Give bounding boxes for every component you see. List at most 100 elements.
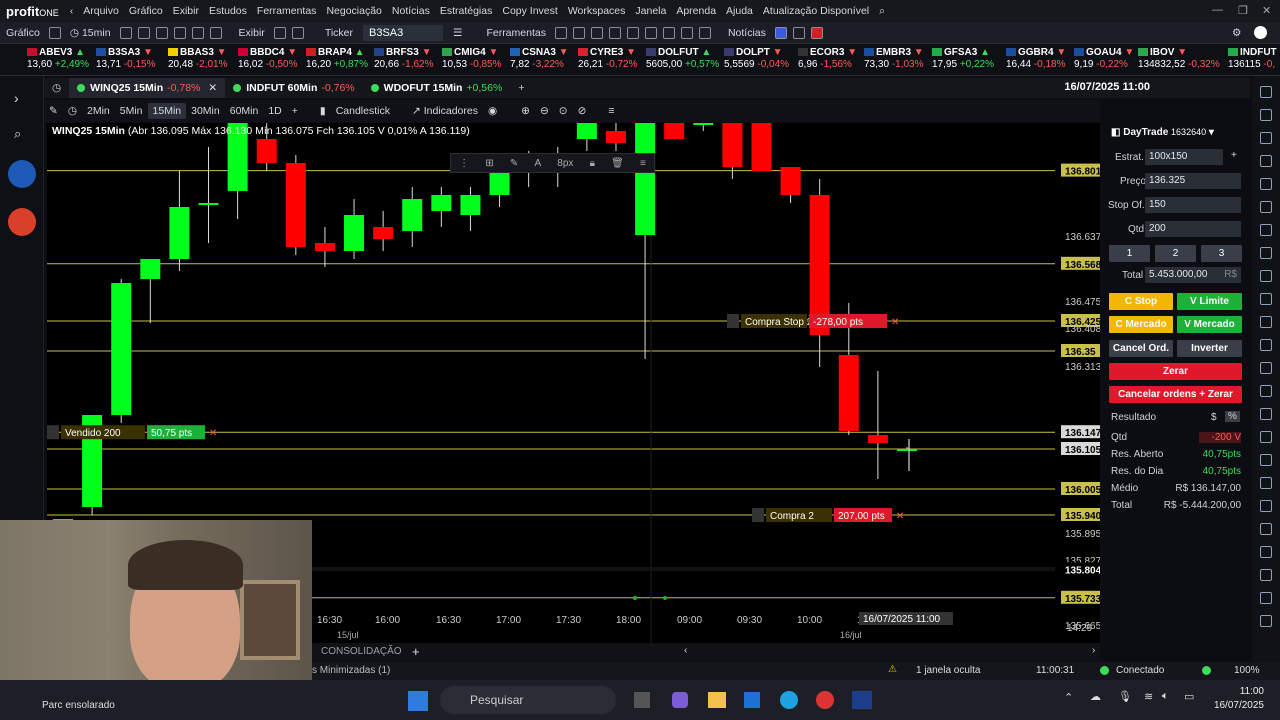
order-line-tag[interactable]: Compra 2 207,00 pts ✕ bbox=[752, 508, 904, 522]
grafico-button[interactable]: Gráfico bbox=[0, 27, 46, 39]
drawing-tool-icon[interactable] bbox=[1260, 385, 1272, 397]
candle-body[interactable] bbox=[460, 195, 481, 215]
tape-item[interactable]: ABEV3 ▲ 13,60 +2,49% bbox=[27, 47, 89, 71]
qtd-preset-button[interactable]: 2 bbox=[1155, 245, 1196, 262]
tool-icon[interactable] bbox=[554, 26, 567, 39]
chart-tab[interactable]: WINQ25 15Min -0,78% ✕ bbox=[69, 78, 226, 98]
profile-icon[interactable] bbox=[1254, 26, 1267, 39]
drawing-tool-icon[interactable] bbox=[1260, 316, 1272, 328]
qtd-preset-button[interactable]: 3 bbox=[1201, 245, 1242, 262]
scroll-right-icon[interactable]: › bbox=[1092, 645, 1095, 656]
candle-body[interactable] bbox=[635, 123, 656, 235]
tool-icon[interactable] bbox=[644, 26, 657, 39]
tape-item[interactable]: BRFS3 ▼ 20,66 -1,62% bbox=[374, 47, 434, 71]
candle-body[interactable] bbox=[867, 435, 888, 443]
menu-item[interactable]: Exibir bbox=[168, 5, 204, 17]
drawing-tool-icon[interactable] bbox=[1260, 362, 1272, 374]
exibir-button[interactable]: Exibir bbox=[233, 27, 271, 39]
candle-body[interactable] bbox=[198, 203, 219, 205]
tape-item[interactable]: CYRE3 ▼ 26,21 -0,72% bbox=[578, 47, 638, 71]
wifi-icon[interactable]: ≋ bbox=[1144, 690, 1153, 703]
tool-icon[interactable] bbox=[608, 26, 621, 39]
tape-item[interactable]: B3SA3 ▼ 13,71 -0,15% bbox=[96, 47, 156, 71]
menu-item[interactable]: Arquivo bbox=[78, 5, 124, 17]
tv-icon[interactable] bbox=[774, 26, 787, 39]
gear-icon[interactable]: ⚙ bbox=[1226, 27, 1247, 39]
drawing-tool-icon[interactable] bbox=[1260, 224, 1272, 236]
task-view-icon[interactable] bbox=[634, 692, 650, 708]
drawing-tool-icon[interactable] bbox=[1260, 86, 1272, 98]
menu-item[interactable]: Janela bbox=[630, 5, 671, 17]
candle-body[interactable] bbox=[605, 131, 626, 143]
tool-icon[interactable] bbox=[173, 26, 186, 39]
clock-icon[interactable]: ◷ bbox=[63, 103, 82, 119]
window-icon[interactable]: ◷ bbox=[44, 78, 69, 98]
trade-app-icon[interactable] bbox=[8, 160, 36, 188]
candle-body[interactable] bbox=[285, 163, 306, 247]
timeframe-15min[interactable]: 15Min bbox=[147, 103, 187, 119]
tape-item[interactable]: CSNA3 ▼ 7,82 -3,22% bbox=[510, 47, 569, 71]
currency-toggle[interactable]: $ bbox=[1211, 412, 1217, 423]
tape-item[interactable]: DOLFUT ▲ 5605,00 +0,57% bbox=[646, 47, 719, 71]
cancel-orders-button[interactable]: Cancel Ord. bbox=[1109, 340, 1173, 357]
text-icon[interactable]: A bbox=[534, 158, 541, 169]
taskbar-date[interactable]: 16/07/2025 bbox=[1208, 700, 1264, 711]
menu-item[interactable]: Ajuda bbox=[721, 5, 758, 17]
drag-handle-icon[interactable]: ⋮ bbox=[459, 158, 469, 169]
cancelar-zerar-button[interactable]: Cancelar ordens + Zerar bbox=[1109, 386, 1242, 403]
drawing-tool-icon[interactable] bbox=[1260, 293, 1272, 305]
tool-icon[interactable] bbox=[155, 26, 168, 39]
tool-icon[interactable] bbox=[626, 26, 639, 39]
drawing-tool-icon[interactable] bbox=[1260, 201, 1272, 213]
add-workspace-icon[interactable]: + bbox=[412, 644, 420, 659]
v-limite-button[interactable]: V Limite bbox=[1177, 293, 1242, 310]
search-icon[interactable]: ⌕ bbox=[874, 5, 890, 18]
close-icon[interactable]: ✕ bbox=[1262, 4, 1271, 17]
cloud-icon[interactable]: ☁ bbox=[1090, 690, 1101, 703]
windows-start-icon[interactable] bbox=[408, 691, 428, 711]
tray-chevron-icon[interactable]: ⌃ bbox=[1064, 691, 1073, 704]
tool-icon[interactable] bbox=[662, 26, 675, 39]
restore-icon[interactable]: ❐ bbox=[1238, 4, 1248, 17]
add-tab-icon[interactable]: + bbox=[510, 78, 532, 98]
zoom-level[interactable]: 100% bbox=[1234, 665, 1260, 676]
drawing-tool-icon[interactable] bbox=[1260, 546, 1272, 558]
stop-input[interactable]: 150 bbox=[1145, 197, 1241, 213]
total-input[interactable]: 5.453.000,00 R$ bbox=[1145, 267, 1241, 283]
tool-icon[interactable] bbox=[137, 26, 150, 39]
menu-item[interactable]: Aprenda bbox=[671, 5, 721, 17]
candle-body[interactable] bbox=[344, 215, 365, 251]
weather-widget[interactable]: Parc ensolarado bbox=[42, 700, 115, 711]
menu-item[interactable]: Estratégias bbox=[435, 5, 498, 17]
order-line-tag[interactable]: Compra Stop 200-278,00 pts ✕ bbox=[727, 314, 899, 328]
drawing-tool-icon[interactable] bbox=[1260, 454, 1272, 466]
tape-item[interactable]: GFSA3 ▲ 17,95 +0,22% bbox=[932, 47, 994, 71]
minimize-icon[interactable]: — bbox=[1212, 4, 1223, 16]
candle-body[interactable] bbox=[693, 123, 714, 125]
taskbar-time[interactable]: 11:00 bbox=[1212, 686, 1264, 697]
candle-body[interactable] bbox=[111, 283, 132, 415]
candle-body[interactable] bbox=[373, 227, 394, 239]
copilot-icon[interactable] bbox=[672, 692, 688, 708]
add-icon[interactable]: + bbox=[1231, 150, 1237, 161]
back-icon[interactable]: ‹ bbox=[65, 5, 79, 17]
cancel-order-icon[interactable]: ✕ bbox=[891, 317, 899, 328]
timeframe-1d[interactable]: 1D bbox=[263, 103, 286, 119]
timeframe-2min[interactable]: 2Min bbox=[82, 103, 115, 119]
drawing-tool-icon[interactable] bbox=[1260, 178, 1272, 190]
qtd-input[interactable]: 200 bbox=[1145, 221, 1241, 237]
drawing-tool-icon[interactable] bbox=[1260, 109, 1272, 121]
candle-body[interactable] bbox=[169, 207, 190, 259]
candle-body[interactable] bbox=[431, 195, 452, 211]
tool-icon[interactable] bbox=[590, 26, 603, 39]
drawing-tool-icon[interactable] bbox=[1260, 569, 1272, 581]
battery-icon[interactable]: ▭ bbox=[1184, 690, 1194, 703]
ferramentas-button[interactable]: Ferramentas bbox=[480, 27, 552, 39]
menu-item[interactable]: Atualização Disponível bbox=[758, 5, 874, 17]
tape-item[interactable]: ECOR3 ▼ 6,96 -1,56% bbox=[798, 47, 857, 71]
search-icon[interactable]: ⌕ bbox=[14, 126, 21, 142]
drawing-tool-icon[interactable] bbox=[1260, 339, 1272, 351]
layout-icon[interactable] bbox=[273, 26, 286, 39]
drawing-tool-icon[interactable] bbox=[1260, 132, 1272, 144]
line-width-select[interactable]: 8px bbox=[557, 158, 573, 169]
